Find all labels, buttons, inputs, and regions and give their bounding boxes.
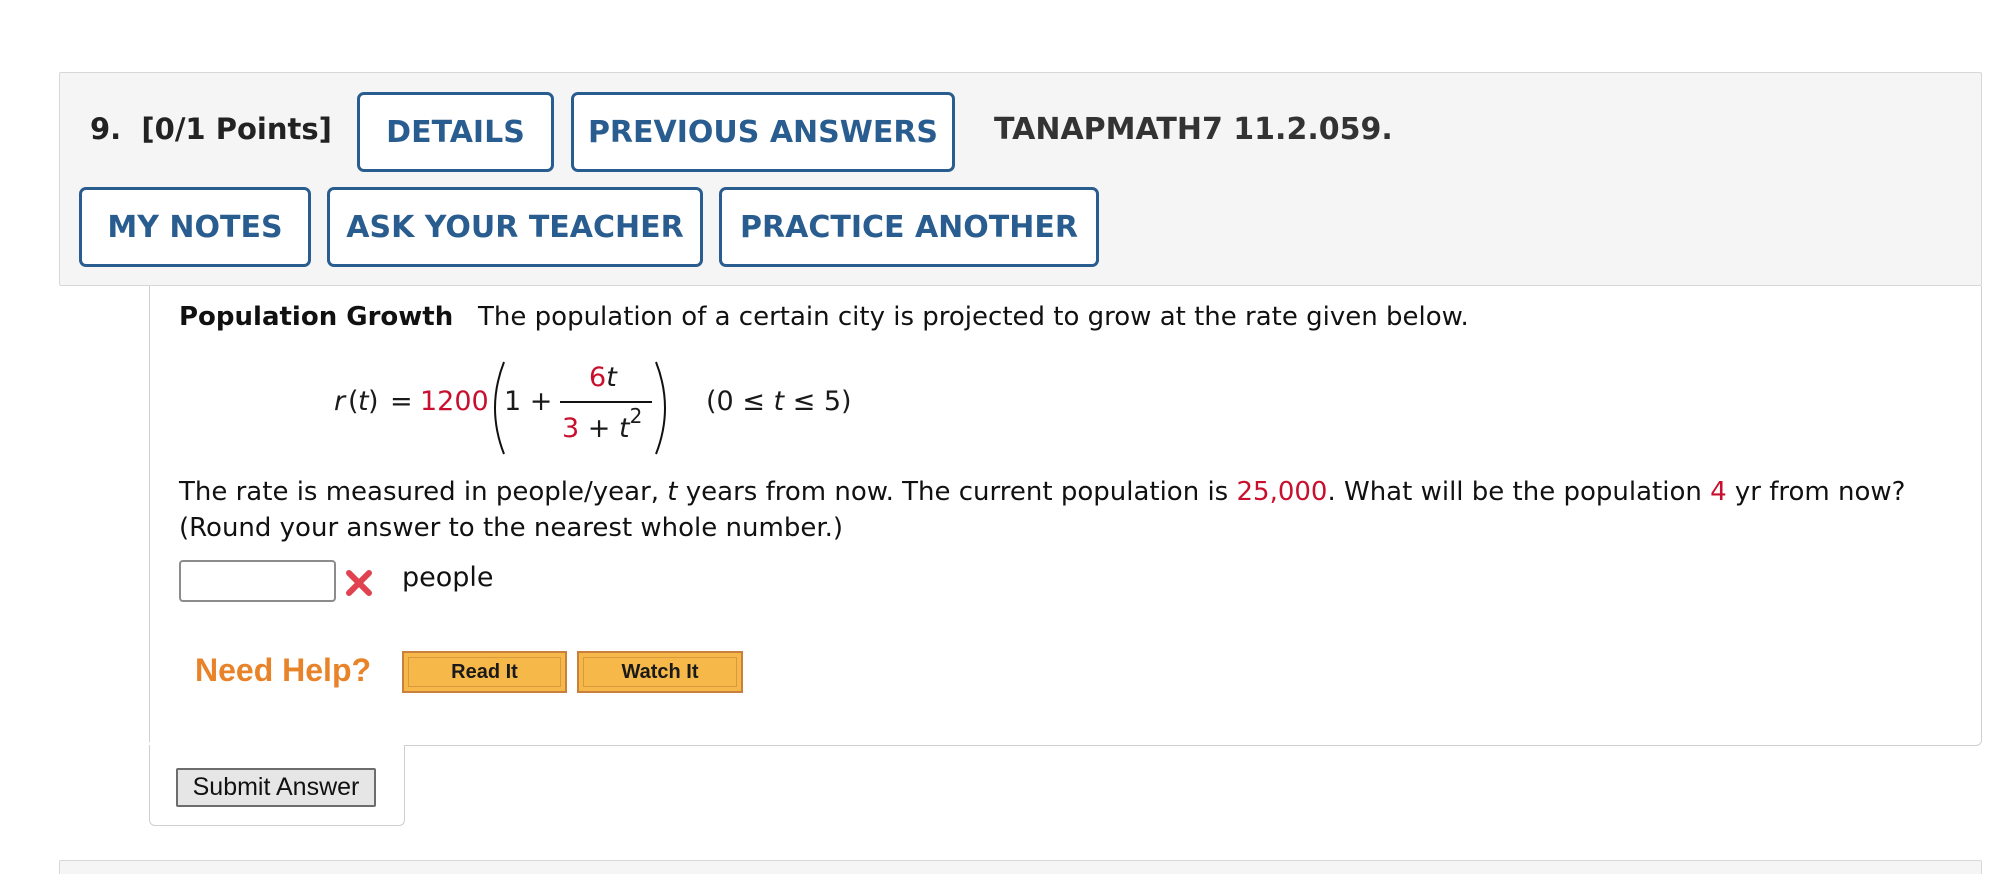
formula-lhs-open: ( [348,386,359,417]
practice-another-button[interactable]: PRACTICE ANOTHER [719,187,1099,267]
previous-answers-button[interactable]: PREVIOUS ANSWERS [571,92,955,172]
watch-it-button[interactable]: Watch It [577,651,743,693]
question-number: 9. [90,112,122,146]
read-it-label: Read It [408,657,561,687]
next-question-header [59,860,1982,874]
question-sentence: The rate is measured in people/year, t y… [179,477,1905,507]
problem-title: Population Growth [179,302,454,332]
sentence-part2: years from now. The current population i… [677,477,1237,507]
formula-lhs-var: t [358,386,369,417]
problem-intro: The population of a certain city is proj… [478,302,1469,332]
denominator-exponent: 2 [629,404,643,428]
formula-numerator: 6t [589,362,617,393]
domain-var: t [773,386,785,417]
need-help-label: Need Help? [195,652,372,688]
sentence-part1: The rate is measured in people/year, [179,477,668,507]
numerator-coef: 6 [589,362,607,393]
ask-your-teacher-button[interactable]: ASK YOUR TEACHER [327,187,703,267]
right-paren-icon [655,361,666,455]
read-it-button[interactable]: Read It [402,651,567,693]
domain-open: (0 ≤ [706,386,774,417]
watch-it-label: Watch It [583,657,737,687]
domain-close: ≤ 5) [784,386,852,417]
points-label: [0/1 Points] [141,112,332,146]
formula-coefficient: 1200 [420,386,489,417]
details-button[interactable]: DETAILS [357,92,554,172]
answer-unit: people [402,562,494,593]
denominator-const: 3 [562,413,580,444]
formula-func: r [334,386,346,417]
answer-input[interactable] [179,560,336,602]
formula-lhs-close: ) [368,386,379,417]
formula-one-plus: 1 + [504,386,553,417]
sentence-var: t [667,477,678,507]
question-reference: TANAPMATH7 11.2.059. [994,112,1393,147]
x-mark-icon [346,570,372,596]
sentence-part4: yr from now? [1726,477,1906,507]
denominator-plus: + [587,413,611,444]
question-number-points: 9. [0/1 Points] [90,112,332,146]
years-value: 4 [1710,477,1727,507]
formula-denominator: 3 + t2 [562,404,642,444]
current-population: 25,000 [1236,477,1328,507]
denominator-var: t [619,413,630,444]
submit-answer-button[interactable]: Submit Answer [176,768,376,807]
round-note: (Round your answer to the nearest whole … [179,513,844,543]
submit-area-joint [150,740,404,748]
formula-equals: = [390,386,413,417]
sentence-part3: . What will be the population [1327,477,1711,507]
formula-domain: (0 ≤ t ≤ 5) [706,386,852,417]
problem-statement: Population Growth The population of a ce… [179,302,1469,332]
fraction-bar [560,401,652,403]
numerator-var: t [606,362,617,393]
my-notes-button[interactable]: MY NOTES [79,187,311,267]
